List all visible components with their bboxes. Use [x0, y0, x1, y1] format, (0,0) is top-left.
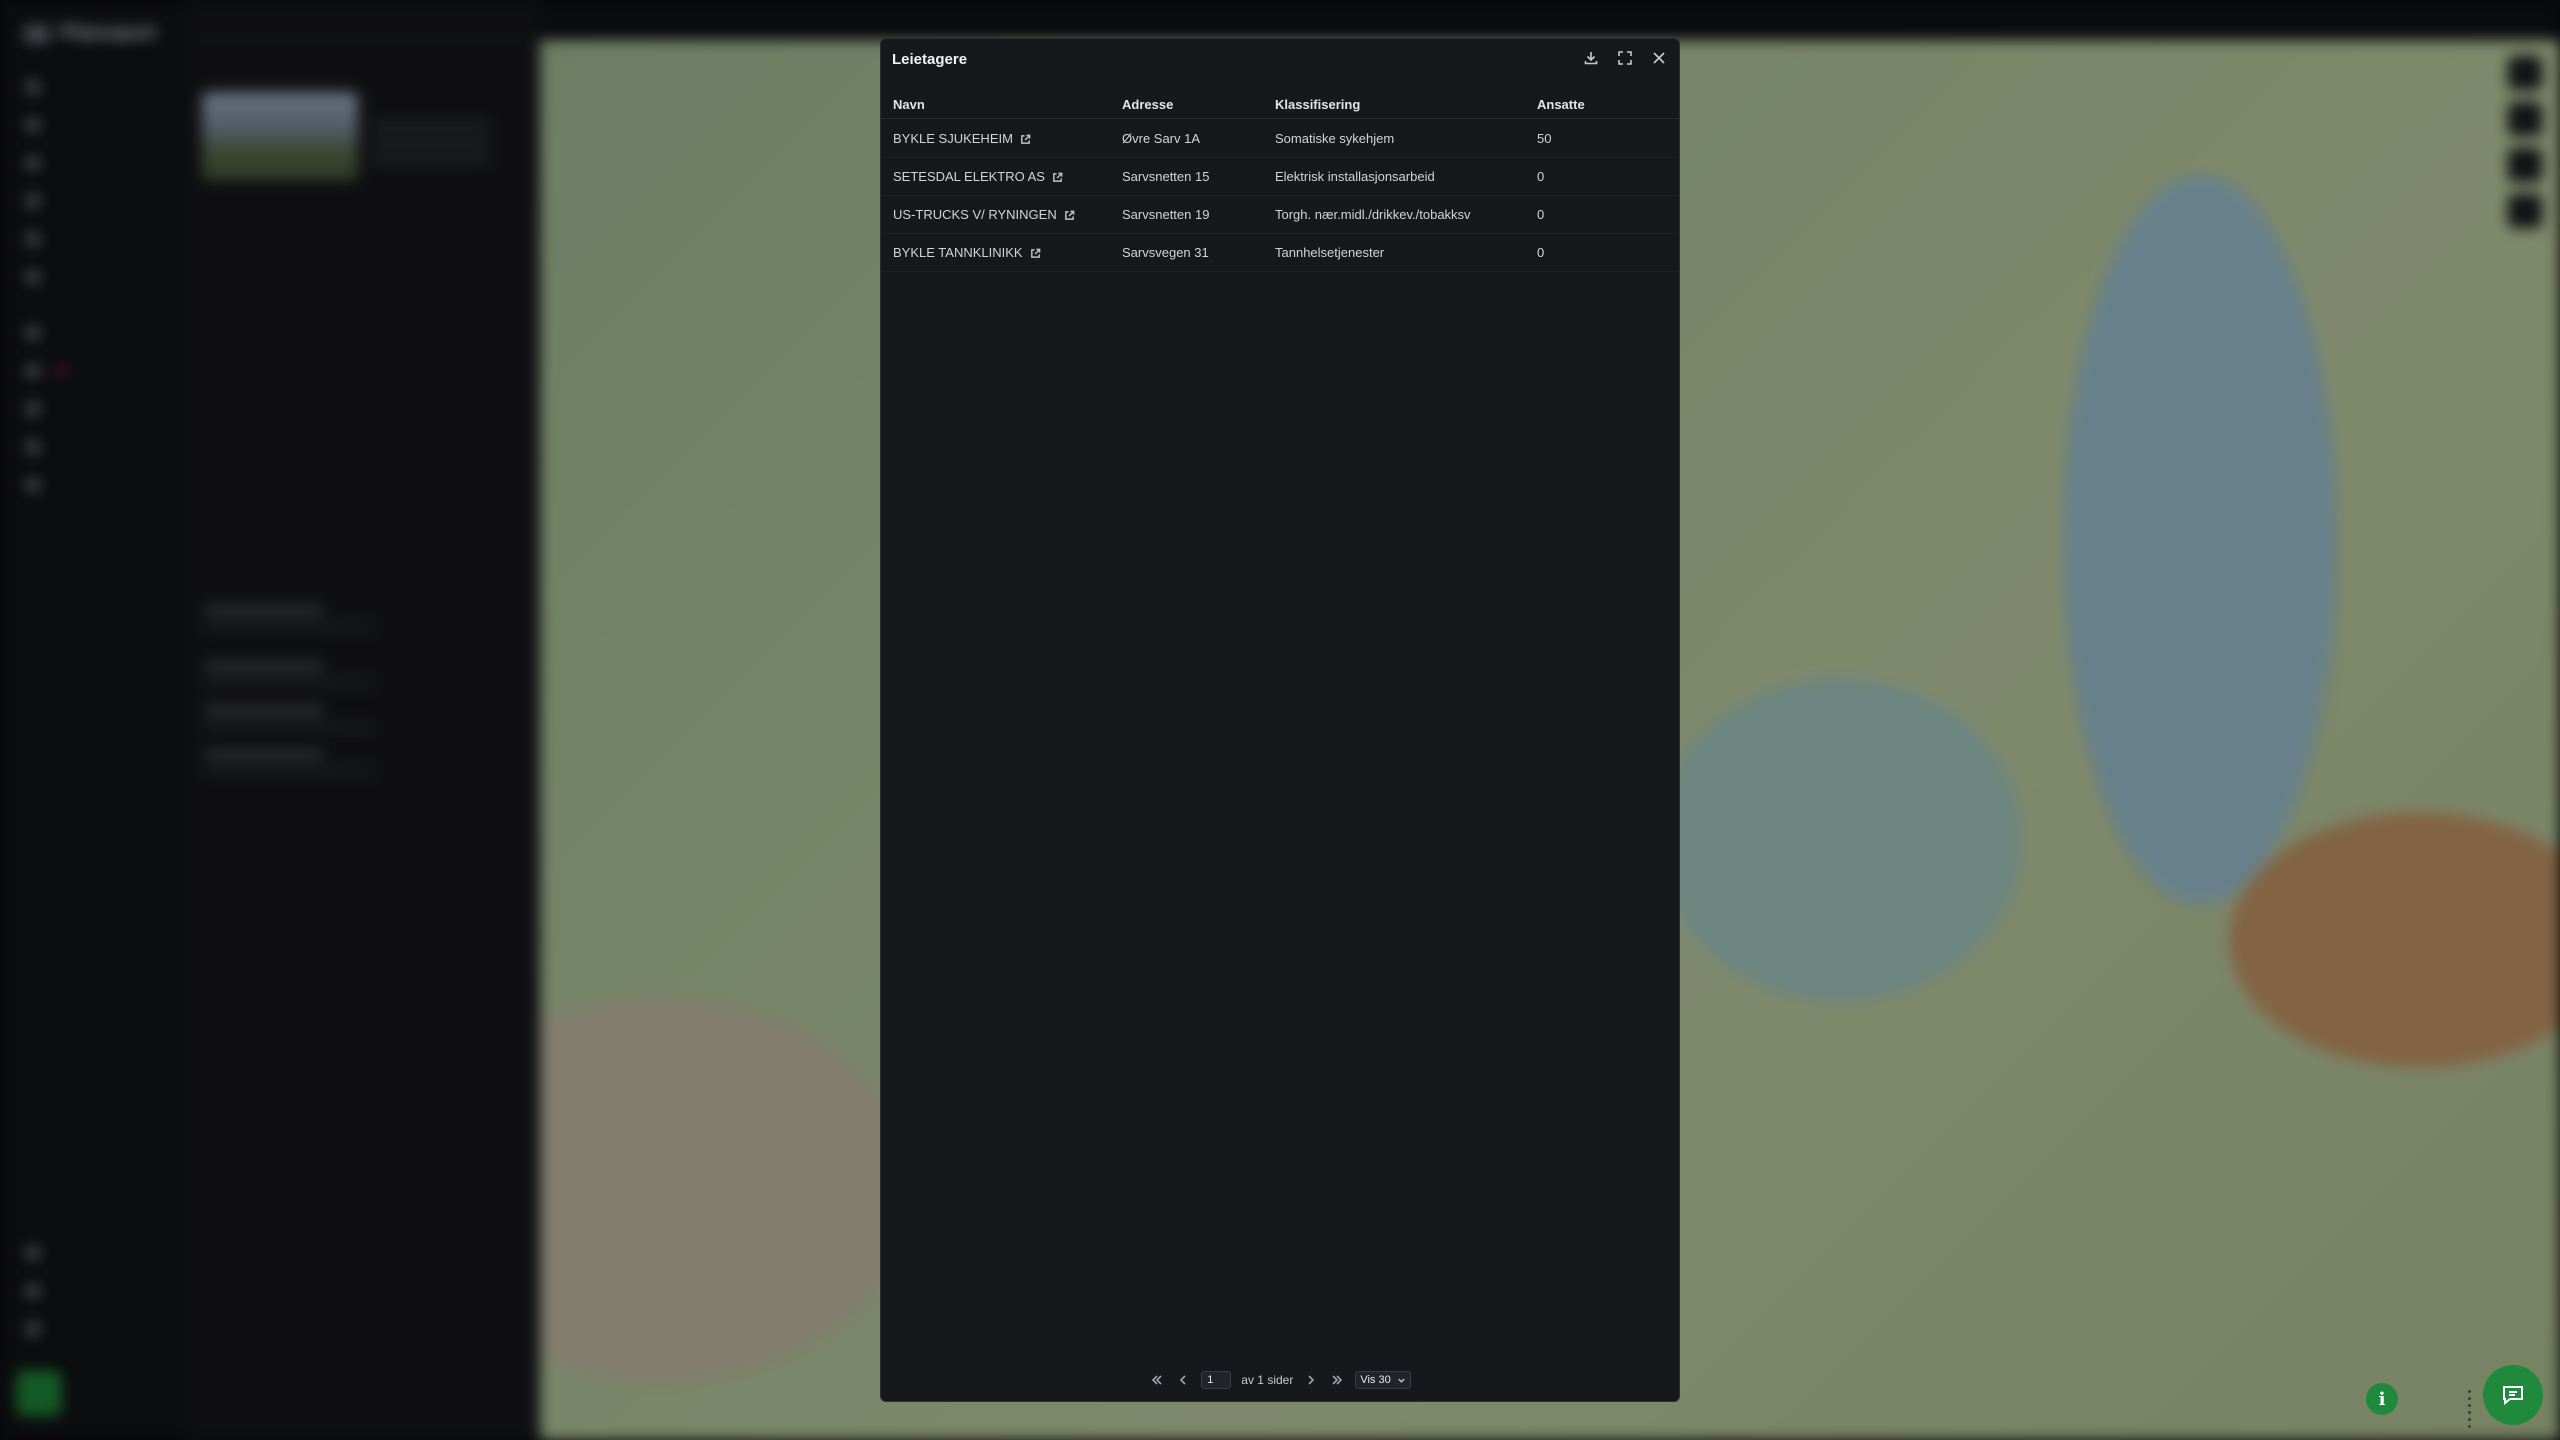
tenant-classification: Somatiske sykehjem [1275, 131, 1395, 146]
modal-title: Leietagere [892, 51, 968, 68]
tenant-employees: 0 [1537, 169, 1545, 184]
close-button[interactable] [1649, 48, 1669, 68]
tenant-address: Sarvsnetten 15 [1122, 169, 1210, 184]
last-page-icon [1332, 1375, 1343, 1385]
tenants-modal: Leietagere Navn Adresse Klassifisering A… [880, 38, 1680, 1402]
tenant-classification: Elektrisk installasjonsarbeid [1275, 169, 1435, 184]
first-page-icon [1152, 1375, 1162, 1385]
table-row: SETESDAL ELEKTRO AS Sarvsnetten 15 Elekt… [881, 158, 1679, 196]
column-header-employees[interactable]: Ansatte [1537, 91, 1585, 118]
drag-handle[interactable] [2466, 1388, 2478, 1428]
tenant-classification: Torgh. nær.midl./drikkev./tobakksv [1275, 207, 1471, 222]
page-number-input[interactable] [1201, 1371, 1232, 1389]
column-header-address[interactable]: Adresse [1122, 91, 1173, 118]
prev-page-button[interactable] [1175, 1372, 1191, 1388]
table-row: BYKLE SJUKEHEIM Øvre Sarv 1A Somatiske s… [881, 120, 1679, 158]
last-page-button[interactable] [1329, 1372, 1345, 1388]
next-page-button[interactable] [1303, 1372, 1319, 1388]
info-icon: i [2378, 1388, 2386, 1410]
tenant-name: BYKLE SJUKEHEIM [893, 131, 1013, 146]
tenant-address: Øvre Sarv 1A [1122, 131, 1201, 146]
external-link-icon [1030, 247, 1041, 258]
external-link-icon [1052, 171, 1063, 182]
tenant-name: US-TRUCKS V/ RYNINGEN [893, 207, 1057, 222]
tenant-address: Sarvsnetten 19 [1122, 207, 1210, 222]
tenant-employees: 0 [1537, 245, 1545, 260]
tenant-link[interactable]: BYKLE SJUKEHEIM [893, 131, 1031, 146]
modal-actions [1581, 48, 1669, 68]
tenant-link[interactable]: SETESDAL ELEKTRO AS [893, 169, 1063, 184]
tenant-employees: 0 [1537, 207, 1545, 222]
tenant-link[interactable]: US-TRUCKS V/ RYNINGEN [893, 207, 1075, 222]
next-page-icon [1308, 1375, 1315, 1385]
prev-page-icon [1180, 1375, 1186, 1385]
pagination: av 1 sider Vis 30 [881, 1371, 1679, 1389]
expand-icon [1618, 51, 1632, 65]
column-header-classification[interactable]: Klassifisering [1275, 91, 1360, 118]
table-header: Navn Adresse Klassifisering Ansatte [881, 91, 1679, 119]
external-link-icon [1020, 133, 1031, 144]
chat-button[interactable] [2483, 1365, 2543, 1425]
chat-icon [2503, 1386, 2523, 1406]
table-row: US-TRUCKS V/ RYNINGEN Sarvsnetten 19 Tor… [881, 196, 1679, 234]
info-button[interactable]: i [2366, 1383, 2398, 1415]
fullscreen-button[interactable] [1615, 48, 1635, 68]
tenant-name: SETESDAL ELEKTRO AS [893, 169, 1045, 184]
first-page-button[interactable] [1149, 1372, 1165, 1388]
chevron-down-icon [1398, 1378, 1405, 1383]
download-button[interactable] [1581, 48, 1601, 68]
tenant-employees: 50 [1537, 131, 1552, 146]
tenant-name: BYKLE TANNKLINIKK [893, 245, 1023, 260]
page-size-value: Vis 30 [1360, 1374, 1391, 1386]
column-header-name[interactable]: Navn [893, 91, 925, 118]
tenant-address: Sarvsvegen 31 [1122, 245, 1209, 260]
download-icon [1584, 52, 1598, 65]
tenant-classification: Tannhelsetjenester [1275, 245, 1385, 260]
table-row: BYKLE TANNKLINIKK Sarvsvegen 31 Tannhels… [881, 234, 1679, 272]
tenant-link[interactable]: BYKLE TANNKLINIKK [893, 245, 1041, 260]
page-size-select[interactable]: Vis 30 [1355, 1371, 1411, 1389]
close-icon [1653, 52, 1665, 64]
external-link-icon [1064, 209, 1075, 220]
page-count-label: av 1 sider [1241, 1373, 1294, 1387]
